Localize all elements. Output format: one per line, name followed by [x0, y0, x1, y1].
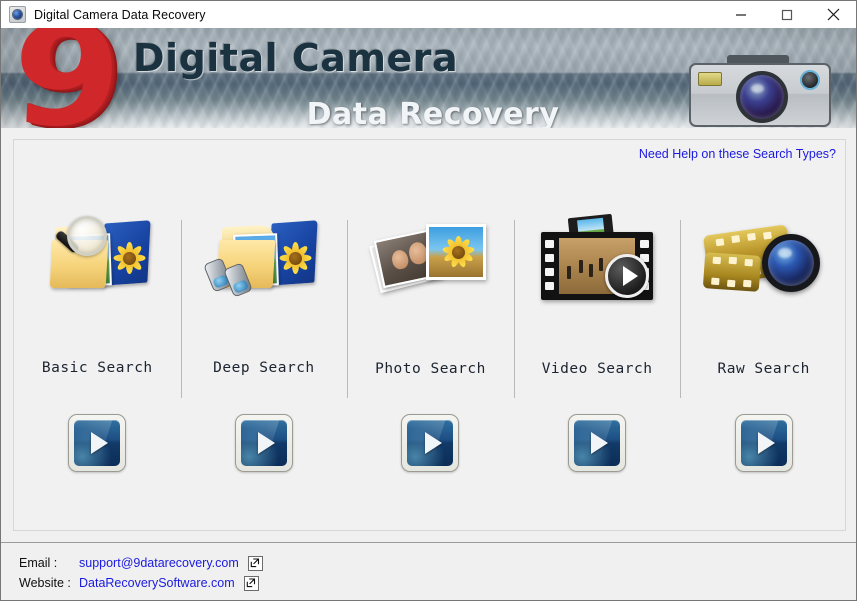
- banner-subtitle: Data Recovery: [306, 97, 560, 129]
- search-card-raw[interactable]: Raw Search: [680, 182, 847, 532]
- maximize-button[interactable]: [764, 1, 810, 28]
- start-basic-search-button[interactable]: [68, 414, 127, 472]
- title-bar: Digital Camera Data Recovery: [1, 1, 856, 28]
- search-card-video[interactable]: Video Search: [513, 182, 681, 532]
- magnifier-icon: [49, 216, 109, 276]
- email-row: Email : support@9datarecovery.com: [19, 553, 263, 573]
- banner-title: Digital Camera: [133, 36, 459, 80]
- camera-lens-icon: [736, 71, 788, 123]
- search-card-basic[interactable]: Basic Search: [14, 182, 181, 532]
- website-label: Website :: [19, 576, 71, 590]
- camera-illustration: [689, 55, 831, 127]
- email-link[interactable]: support@9datarecovery.com: [79, 556, 239, 570]
- play-arrow-icon: [740, 420, 787, 466]
- website-row: Website : DataRecoverySoftware.com: [19, 573, 263, 593]
- folder-binoculars-icon: [181, 186, 348, 346]
- search-card-label: Deep Search: [213, 360, 315, 376]
- sunflower-icon: [278, 240, 314, 276]
- play-arrow-icon: [407, 420, 454, 466]
- sunflower-icon: [111, 240, 147, 276]
- external-link-icon[interactable]: [243, 575, 259, 591]
- email-label: Email :: [19, 556, 58, 570]
- start-video-search-button[interactable]: [568, 414, 627, 472]
- website-link[interactable]: DataRecoverySoftware.com: [79, 576, 235, 590]
- start-photo-search-button[interactable]: [401, 414, 460, 472]
- footer: Email : support@9datarecovery.com Websit…: [1, 543, 856, 600]
- search-types-panel: Need Help on these Search Types? Basic S…: [13, 139, 846, 531]
- window-title: Digital Camera Data Recovery: [34, 7, 206, 22]
- search-card-label: Basic Search: [41, 360, 153, 376]
- sunflower-icon: [441, 235, 475, 269]
- start-deep-search-button[interactable]: [234, 414, 293, 472]
- header-banner: 9 Digital Camera Data Recovery: [1, 28, 856, 129]
- play-arrow-icon: [574, 420, 621, 466]
- search-card-label: Raw Search: [717, 361, 810, 377]
- play-arrow-icon: [240, 420, 287, 466]
- play-arrow-icon: [74, 420, 121, 466]
- search-type-cards: Basic Search Deep Search Photo Search Vi…: [14, 182, 847, 532]
- search-card-label: Photo Search: [375, 361, 486, 377]
- external-link-icon[interactable]: [247, 555, 263, 571]
- close-button[interactable]: [810, 1, 856, 28]
- nine-logo: 9: [9, 28, 125, 128]
- camera-flash-icon: [698, 72, 722, 86]
- minimize-button[interactable]: [718, 1, 764, 28]
- help-link[interactable]: Need Help on these Search Types?: [639, 147, 836, 161]
- contact-info: Email : support@9datarecovery.com Websit…: [19, 553, 263, 593]
- folder-magnifier-icon: [14, 186, 181, 346]
- photo-stack-icon: [347, 186, 514, 346]
- play-circle-icon: [605, 254, 650, 298]
- camera-viewfinder-icon: [800, 70, 820, 90]
- search-card-label: Video Search: [541, 361, 653, 377]
- application-window: Digital Camera Data Recovery 9 Digital C…: [0, 0, 857, 601]
- binoculars-icon: [202, 257, 260, 298]
- lens-icon: [761, 234, 820, 292]
- camera-app-icon: [9, 6, 26, 23]
- film-play-icon: [514, 186, 681, 346]
- search-card-photo[interactable]: Photo Search: [347, 182, 514, 532]
- film-reel-lens-icon: [680, 186, 847, 346]
- search-card-deep[interactable]: Deep Search: [180, 182, 348, 532]
- start-raw-search-button[interactable]: [734, 414, 793, 472]
- window-controls: [718, 1, 856, 28]
